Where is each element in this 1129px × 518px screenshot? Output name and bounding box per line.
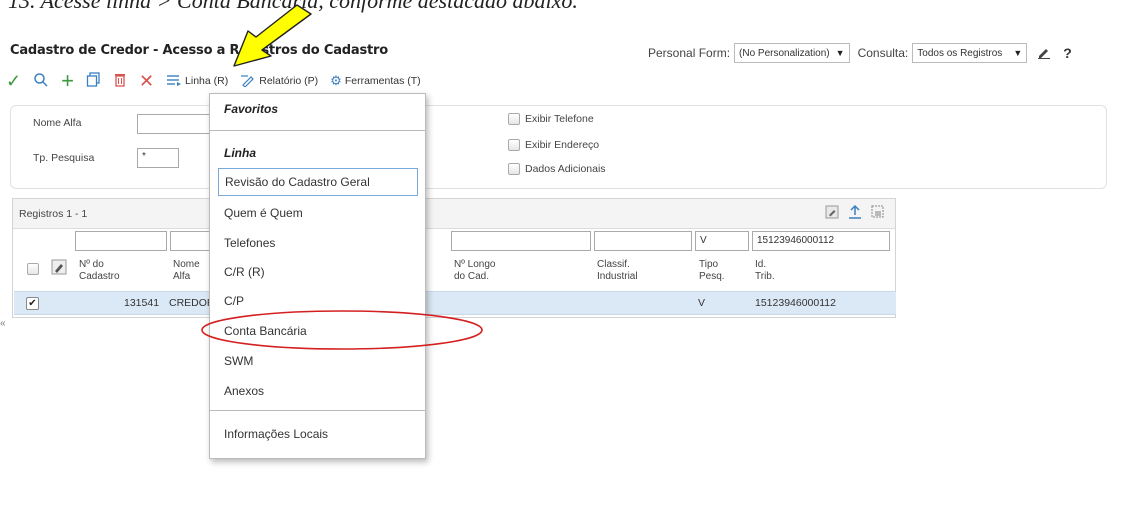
annotation-overlay xyxy=(201,4,483,350)
highlight-circle xyxy=(201,310,483,350)
pointer-arrow-icon xyxy=(233,4,312,67)
